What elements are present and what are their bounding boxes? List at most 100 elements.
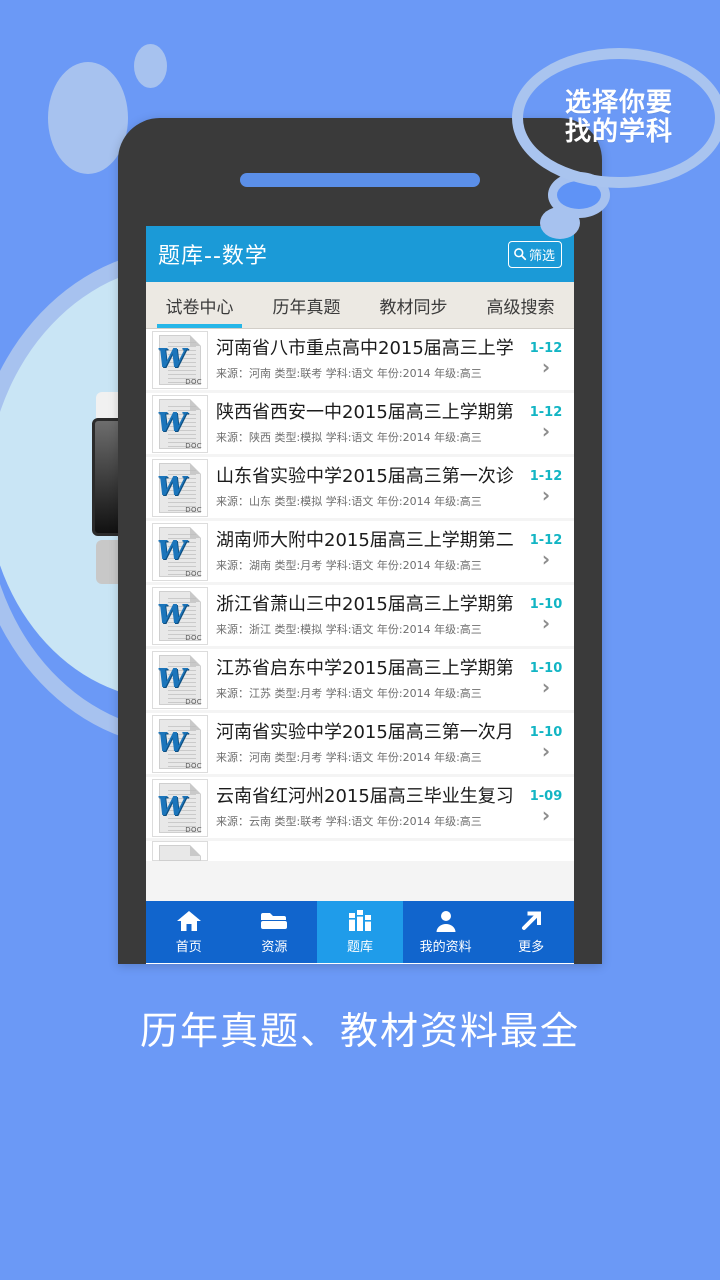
phone-screen: 题库--数学 筛选 试卷中心 历年真题 教材同步 高级搜索 W DOC 河南省八…: [146, 226, 574, 964]
list-item-title: 江苏省启东中学2015届高三上学期第: [216, 657, 514, 679]
word-doc-icon: W DOC: [152, 778, 208, 837]
word-doc-icon: W DOC: [152, 714, 208, 773]
list-item-date: 1-10: [529, 725, 563, 740]
nav-item-more[interactable]: 更多: [488, 901, 574, 963]
nav-item-more-label: 更多: [518, 940, 545, 955]
list-item-meta: 来源：河南 类型:月考 学科:语文 年份:2014 年级:高三: [216, 751, 482, 765]
list-item-title: 山东省实验中学2015届高三第一次诊: [216, 465, 514, 487]
list-item-body: 陕西省西安一中2015届高三上学期第 来源：陕西 类型:模拟 学科:语文 年份:…: [214, 402, 526, 446]
chevron-right-icon: ›: [541, 675, 551, 699]
deco-ellipse-large: [48, 62, 128, 174]
list-item-right: 1-12 ›: [526, 534, 566, 569]
filter-button[interactable]: 筛选: [507, 240, 562, 268]
list-item-date: 1-12: [529, 341, 563, 356]
folder-icon: [260, 909, 288, 933]
tab-shijuanzhongxin[interactable]: 试卷中心: [146, 282, 253, 328]
deco-dot-small: [540, 207, 580, 239]
list-item[interactable]: W DOC 河南省八市重点高中2015届高三上学 来源：河南 类型:联考 学科:…: [146, 329, 574, 390]
list-item-right: 1-10 ›: [526, 662, 566, 697]
list-item-right: 1-12 ›: [526, 342, 566, 377]
list-item-date: 1-12: [529, 405, 563, 420]
word-doc-icon: W DOC: [152, 586, 208, 645]
doc-icon-label: DOC: [185, 377, 202, 386]
phone-mockup: 题库--数学 筛选 试卷中心 历年真题 教材同步 高级搜索 W DOC 河南省八…: [118, 118, 602, 964]
list-item[interactable]: W DOC 陕西省西安一中2015届高三上学期第 来源：陕西 类型:模拟 学科:…: [146, 393, 574, 454]
paper-list[interactable]: W DOC 河南省八市重点高中2015届高三上学 来源：河南 类型:联考 学科:…: [146, 329, 574, 901]
chevron-right-icon: ›: [541, 355, 551, 379]
doc-icon-label: DOC: [185, 569, 202, 578]
list-item-right: 1-12 ›: [526, 406, 566, 441]
list-item-date: 1-10: [529, 597, 563, 612]
nav-item-resources-label: 资源: [261, 940, 288, 955]
books-icon: [347, 909, 373, 933]
home-icon: [176, 909, 202, 933]
list-item-title: 河南省八市重点高中2015届高三上学: [216, 337, 514, 359]
list-item[interactable]: [146, 841, 574, 861]
list-item-date: 1-10: [529, 661, 563, 676]
phone-speaker: [240, 173, 480, 187]
list-item-meta: 来源：湖南 类型:月考 学科:语文 年份:2014 年级:高三: [216, 559, 482, 573]
doc-icon-label: DOC: [185, 761, 202, 770]
list-item-right: 1-10 ›: [526, 726, 566, 761]
list-item-title: 湖南师大附中2015届高三上学期第二: [216, 529, 514, 551]
list-item-meta: 来源：浙江 类型:模拟 学科:语文 年份:2014 年级:高三: [216, 623, 482, 637]
nav-item-question-bank[interactable]: 题库: [317, 901, 403, 963]
list-item[interactable]: W DOC 云南省红河州2015届高三毕业生复习 来源：云南 类型:联考 学科:…: [146, 777, 574, 838]
word-doc-icon: W DOC: [152, 394, 208, 453]
nav-item-home[interactable]: 首页: [146, 901, 232, 963]
chevron-right-icon: ›: [541, 611, 551, 635]
speech-bubble-line2: 找的学科: [564, 117, 673, 147]
list-item-title: 河南省实验中学2015届高三第一次月: [216, 721, 514, 743]
filter-button-label: 筛选: [528, 248, 555, 264]
list-item-body: 山东省实验中学2015届高三第一次诊 来源：山东 类型:模拟 学科:语文 年份:…: [214, 466, 526, 510]
word-doc-icon: W DOC: [152, 458, 208, 517]
chevron-right-icon: ›: [541, 739, 551, 763]
nav-item-my-data[interactable]: 我的资料: [403, 901, 489, 963]
list-item-date: 1-12: [529, 469, 563, 484]
doc-icon-label: DOC: [185, 633, 202, 642]
list-item-body: 云南省红河州2015届高三毕业生复习 来源：云南 类型:联考 学科:语文 年份:…: [214, 786, 526, 830]
word-doc-icon: [152, 841, 208, 861]
doc-icon-label: DOC: [185, 697, 202, 706]
chevron-right-icon: ›: [541, 547, 551, 571]
list-item-right: 1-10 ›: [526, 598, 566, 633]
nav-item-my-data-label: 我的资料: [419, 940, 472, 955]
list-item-body: 江苏省启东中学2015届高三上学期第 来源：江苏 类型:月考 学科:语文 年份:…: [214, 658, 526, 702]
word-doc-icon: W DOC: [152, 650, 208, 709]
tab-gaojisousuo[interactable]: 高级搜索: [467, 282, 574, 328]
list-item[interactable]: W DOC 湖南师大附中2015届高三上学期第二 来源：湖南 类型:月考 学科:…: [146, 521, 574, 582]
tab-bar: 试卷中心 历年真题 教材同步 高级搜索: [146, 282, 574, 329]
list-item-meta: 来源：山东 类型:模拟 学科:语文 年份:2014 年级:高三: [216, 495, 482, 509]
chevron-right-icon: ›: [541, 803, 551, 827]
list-item-body: 河南省实验中学2015届高三第一次月 来源：河南 类型:月考 学科:语文 年份:…: [214, 722, 526, 766]
person-icon: [434, 909, 458, 933]
list-item-body: 湖南师大附中2015届高三上学期第二 来源：湖南 类型:月考 学科:语文 年份:…: [214, 530, 526, 574]
nav-item-resources[interactable]: 资源: [232, 901, 318, 963]
list-item-meta: 来源：陕西 类型:模拟 学科:语文 年份:2014 年级:高三: [216, 431, 482, 445]
list-item-body: 河南省八市重点高中2015届高三上学 来源：河南 类型:联考 学科:语文 年份:…: [214, 338, 526, 382]
list-item[interactable]: W DOC 浙江省萧山三中2015届高三上学期第 来源：浙江 类型:模拟 学科:…: [146, 585, 574, 646]
list-item-date: 1-12: [529, 533, 563, 548]
bottom-navigation: 首页 资源 题库 我的资料 更多: [146, 901, 574, 963]
doc-icon-label: DOC: [185, 441, 202, 450]
promo-caption: 历年真题、教材资料最全: [139, 1009, 580, 1053]
list-item[interactable]: W DOC 山东省实验中学2015届高三第一次诊 来源：山东 类型:模拟 学科:…: [146, 457, 574, 518]
nav-item-home-label: 首页: [175, 940, 202, 955]
search-icon: [514, 248, 527, 261]
tab-linianzhenti[interactable]: 历年真题: [253, 282, 360, 328]
list-item[interactable]: W DOC 河南省实验中学2015届高三第一次月 来源：河南 类型:月考 学科:…: [146, 713, 574, 774]
list-item-right: 1-09 ›: [526, 790, 566, 825]
list-item-meta: 来源：云南 类型:联考 学科:语文 年份:2014 年级:高三: [216, 815, 482, 829]
list-item-meta: 来源：河南 类型:联考 学科:语文 年份:2014 年级:高三: [216, 367, 482, 381]
list-item-title: 陕西省西安一中2015届高三上学期第: [216, 401, 514, 423]
doc-icon-label: DOC: [185, 825, 202, 834]
list-item[interactable]: W DOC 江苏省启东中学2015届高三上学期第 来源：江苏 类型:月考 学科:…: [146, 649, 574, 710]
word-doc-icon: W DOC: [152, 522, 208, 581]
list-item-title: 云南省红河州2015届高三毕业生复习: [216, 785, 514, 807]
nav-item-question-bank-label: 题库: [346, 940, 373, 955]
word-doc-icon: W DOC: [152, 330, 208, 389]
list-item-right: 1-12 ›: [526, 470, 566, 505]
arrow-up-right-icon: [519, 909, 543, 933]
tab-jiaocaitongbu[interactable]: 教材同步: [360, 282, 467, 328]
app-header: 题库--数学 筛选: [146, 226, 574, 282]
